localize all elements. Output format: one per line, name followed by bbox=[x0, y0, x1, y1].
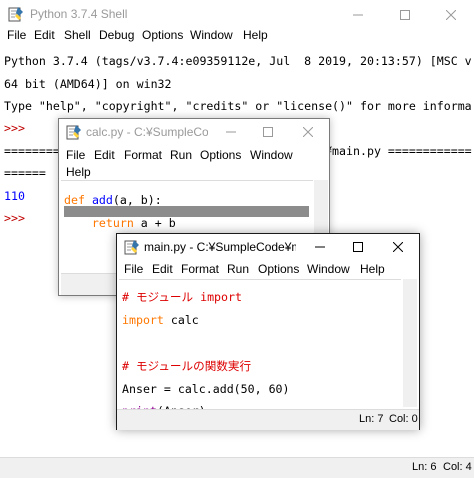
shell-titlebar[interactable]: Python 3.7.4 Shell bbox=[0, 0, 474, 30]
menu-edit[interactable]: Edit bbox=[94, 148, 115, 162]
code-text: (a, b): bbox=[112, 192, 162, 207]
main-title: main.py - C:¥SumpleCode¥main.py bbox=[144, 240, 296, 254]
shell-line: 64 bit (AMD64)] on win32 bbox=[4, 76, 172, 91]
menu-window[interactable]: Window bbox=[190, 28, 233, 42]
main-maximize-button[interactable] bbox=[339, 234, 377, 260]
menu-edit[interactable]: Edit bbox=[34, 28, 55, 42]
shell-menubar: File Edit Shell Debug Options Window Hel… bbox=[0, 28, 474, 46]
main-statusbar: Ln: 7 Col: 0 bbox=[117, 409, 419, 430]
main-titlebar[interactable]: main.py - C:¥SumpleCode¥main.py bbox=[117, 234, 419, 260]
menu-debug[interactable]: Debug bbox=[99, 28, 134, 42]
minimize-icon bbox=[226, 127, 236, 137]
main-close-button[interactable] bbox=[377, 234, 419, 260]
code-keyword: def bbox=[64, 192, 85, 207]
main-menubar: File Edit Format Run Options Window Help bbox=[117, 262, 419, 280]
maximize-icon bbox=[263, 127, 273, 137]
calc-close-button[interactable] bbox=[287, 119, 329, 145]
menu-help[interactable]: Help bbox=[243, 28, 268, 42]
main-editor-window: main.py - C:¥SumpleCode¥main.py File Edi… bbox=[116, 233, 420, 430]
code-line: Anser = calc.add(50, 60) bbox=[122, 381, 290, 396]
menu-help[interactable]: Help bbox=[66, 165, 91, 179]
menu-help[interactable]: Help bbox=[360, 262, 385, 276]
main-vertical-scrollbar[interactable] bbox=[403, 279, 417, 407]
code-line: import calc bbox=[122, 313, 290, 328]
menu-format[interactable]: Format bbox=[124, 148, 162, 162]
close-icon bbox=[446, 10, 456, 20]
menu-shell[interactable]: Shell bbox=[64, 28, 91, 42]
code-line: return a + b bbox=[64, 215, 176, 230]
menu-window[interactable]: Window bbox=[250, 148, 293, 162]
python-file-icon bbox=[66, 124, 82, 140]
main-status-line: Ln: 7 bbox=[359, 413, 384, 425]
shell-status-line: Ln: 6 bbox=[412, 461, 437, 473]
calc-minimize-button[interactable] bbox=[212, 119, 250, 145]
close-icon bbox=[393, 242, 403, 252]
minimize-icon bbox=[353, 10, 363, 20]
code-text: calc bbox=[163, 313, 199, 328]
menu-file[interactable]: File bbox=[66, 148, 85, 162]
shell-status-col: Col: 4 bbox=[443, 461, 472, 473]
menu-format[interactable]: Format bbox=[181, 262, 219, 276]
main-minimize-button[interactable] bbox=[301, 234, 339, 260]
code-text: a + b bbox=[133, 215, 176, 230]
code-line: def add(a, b): bbox=[64, 192, 176, 207]
menu-run[interactable]: Run bbox=[227, 262, 249, 276]
close-icon bbox=[303, 127, 313, 137]
calc-title: calc.py - C:¥SumpleCode¥calc.py bbox=[86, 125, 208, 139]
close-button[interactable] bbox=[428, 0, 474, 30]
menu-file[interactable]: File bbox=[124, 262, 143, 276]
minimize-button[interactable] bbox=[335, 0, 381, 30]
code-function-name: add bbox=[91, 192, 113, 207]
maximize-button[interactable] bbox=[382, 0, 428, 30]
menu-edit[interactable]: Edit bbox=[152, 262, 173, 276]
menu-options[interactable]: Options bbox=[258, 262, 299, 276]
menu-options[interactable]: Options bbox=[200, 148, 241, 162]
menu-run[interactable]: Run bbox=[170, 148, 192, 162]
code-keyword: return bbox=[91, 215, 134, 230]
menu-options[interactable]: Options bbox=[142, 28, 183, 42]
shell-title: Python 3.7.4 Shell bbox=[30, 7, 128, 21]
calc-menubar: File Edit Format Run Options Window Help bbox=[59, 148, 329, 182]
code-comment: # モジュール import bbox=[122, 290, 242, 305]
python-idle-icon bbox=[8, 6, 24, 22]
calc-titlebar[interactable]: calc.py - C:¥SumpleCode¥calc.py bbox=[59, 119, 329, 145]
main-code-area[interactable]: # モジュール import import calc # モジュールの関数実行 … bbox=[119, 279, 401, 417]
code-keyword: import bbox=[122, 313, 164, 328]
python-file-icon bbox=[124, 239, 140, 255]
shell-line: Python 3.7.4 (tags/v3.7.4:e09359112e, Ju… bbox=[4, 54, 472, 69]
menu-file[interactable]: File bbox=[7, 28, 26, 42]
calc-maximize-button[interactable] bbox=[249, 119, 287, 145]
maximize-icon bbox=[353, 242, 363, 252]
main-status-col: Col: 0 bbox=[389, 413, 418, 425]
shell-line: Type "help", "copyright", "credits" or "… bbox=[4, 99, 472, 114]
code-comment: # モジュールの関数実行 bbox=[122, 358, 252, 373]
menu-window[interactable]: Window bbox=[307, 262, 350, 276]
shell-statusbar: Ln: 6 Col: 4 bbox=[0, 457, 474, 478]
maximize-icon bbox=[400, 10, 410, 20]
current-line-highlight bbox=[64, 206, 309, 217]
minimize-icon bbox=[315, 242, 325, 252]
